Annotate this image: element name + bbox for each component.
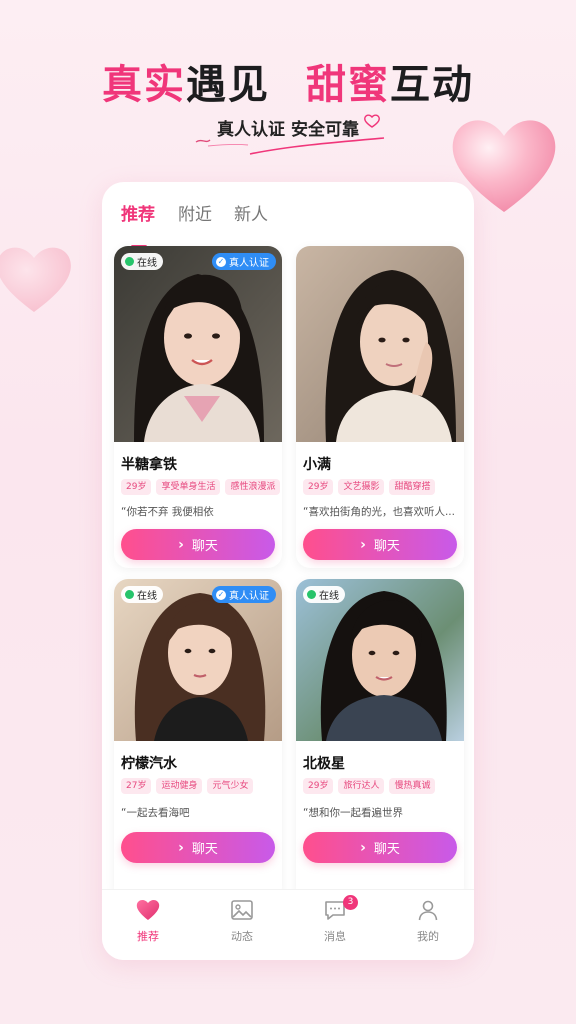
- nav-item-recommend[interactable]: 推荐: [118, 898, 178, 944]
- profile-photo[interactable]: 在线 ✓ 真人认证: [114, 579, 282, 741]
- tag-age: 29岁: [121, 479, 152, 495]
- chat-button[interactable]: › 聊天: [121, 832, 275, 863]
- tag-age: 27岁: [121, 778, 152, 794]
- tag: 旅行达人: [338, 778, 385, 794]
- headline-part1: 真实: [102, 62, 186, 108]
- verified-badge: ✓ 真人认证: [212, 253, 276, 270]
- online-dot-icon: [125, 590, 134, 599]
- heart-icon: [118, 898, 178, 924]
- profile-quote: “一起去看海吧: [121, 807, 190, 819]
- profile-tags: 27岁 运动健身 元气少女: [121, 778, 254, 794]
- profile-name: 北极星: [303, 756, 345, 772]
- tag-age: 29岁: [303, 479, 334, 495]
- chat-button[interactable]: › 聊天: [303, 529, 457, 560]
- profile-name: 小满: [303, 457, 331, 473]
- check-icon: ✓: [216, 589, 226, 600]
- check-icon: ✓: [216, 256, 226, 267]
- online-badge: 在线: [121, 253, 163, 270]
- online-dot-icon: [307, 590, 316, 599]
- nav-item-moments[interactable]: 动态: [212, 898, 272, 944]
- profile-tags: 29岁 旅行达人 慢热真诚: [303, 778, 436, 794]
- tag: 运动健身: [156, 778, 203, 794]
- headline: 真实遇见 甜蜜互动: [0, 52, 576, 110]
- profile-name: 半糖拿铁: [121, 457, 177, 473]
- nav-item-profile[interactable]: 我的: [398, 898, 458, 944]
- tab-recommend[interactable]: 推荐: [121, 200, 155, 225]
- image-icon: [212, 898, 272, 924]
- chat-button[interactable]: › 聊天: [303, 832, 457, 863]
- tag: 慢热真诚: [389, 778, 436, 794]
- profile-card[interactable]: 小满 29岁 文艺摄影 甜酷穿搭 “喜欢拍街角的光，也喜欢听人... › 聊天: [296, 246, 464, 568]
- chevron-right-icon: ›: [360, 536, 366, 553]
- profile-card[interactable]: 在线 北极星 29岁 旅行达人 慢热真诚 “想和你一起看遍世界 › 聊天: [296, 579, 464, 901]
- headline-part4: 互动: [390, 62, 474, 108]
- chat-button[interactable]: › 聊天: [121, 529, 275, 560]
- message-count-badge: 3: [343, 895, 358, 910]
- profile-name: 柠檬汽水: [121, 756, 177, 772]
- tab-bar: 推荐 附近 新人: [102, 200, 474, 248]
- profile-quote: “喜欢拍街角的光，也喜欢听人...: [303, 506, 455, 518]
- chevron-right-icon: ›: [178, 839, 184, 856]
- tab-nearby[interactable]: 附近: [178, 200, 212, 225]
- online-dot-icon: [125, 257, 134, 266]
- online-badge: 在线: [303, 586, 345, 603]
- main-card: 推荐 附近 新人 在线 ✓ 真人认证 半糖拿铁 29岁 享受单身生活 感性浪漫派…: [102, 182, 474, 960]
- tag: 甜酷穿搭: [389, 479, 436, 495]
- profile-tags: 29岁 文艺摄影 甜酷穿搭: [303, 479, 436, 495]
- tag: 元气少女: [207, 778, 254, 794]
- profile-photo[interactable]: 在线: [296, 579, 464, 741]
- user-icon: [398, 898, 458, 924]
- chevron-right-icon: ›: [178, 536, 184, 553]
- profile-tags: 29岁 享受单身生活 感性浪漫派: [121, 479, 281, 495]
- nav-item-messages[interactable]: 3 消息: [305, 895, 365, 944]
- subline-underline-decoration: [188, 132, 388, 166]
- profile-quote: “想和你一起看遍世界: [303, 807, 403, 819]
- tag-age: 29岁: [303, 778, 334, 794]
- online-badge: 在线: [121, 586, 163, 603]
- profile-photo[interactable]: 在线 ✓ 真人认证: [114, 246, 282, 442]
- tag: 享受单身生活: [156, 479, 221, 495]
- profile-photo[interactable]: [296, 246, 464, 442]
- chevron-right-icon: ›: [360, 839, 366, 856]
- profile-quote: “你若不弃 我便相依: [121, 506, 214, 518]
- profile-card[interactable]: 在线 ✓ 真人认证 柠檬汽水 27岁 运动健身 元气少女 “一起去看海吧 › 聊天: [114, 579, 282, 901]
- verified-badge: ✓ 真人认证: [212, 586, 276, 603]
- tag: 感性浪漫派: [225, 479, 281, 495]
- headline-part2: 遇见: [186, 62, 270, 108]
- headline-part3: 甜蜜: [306, 62, 390, 108]
- bottom-nav: 推荐 动态 3 消息 我的: [102, 889, 474, 960]
- decorative-heart-left-icon: [0, 242, 74, 316]
- tab-new[interactable]: 新人: [234, 200, 268, 225]
- profile-card[interactable]: 在线 ✓ 真人认证 半糖拿铁 29岁 享受单身生活 感性浪漫派 “你若不弃 我便相…: [114, 246, 282, 568]
- tag: 文艺摄影: [338, 479, 385, 495]
